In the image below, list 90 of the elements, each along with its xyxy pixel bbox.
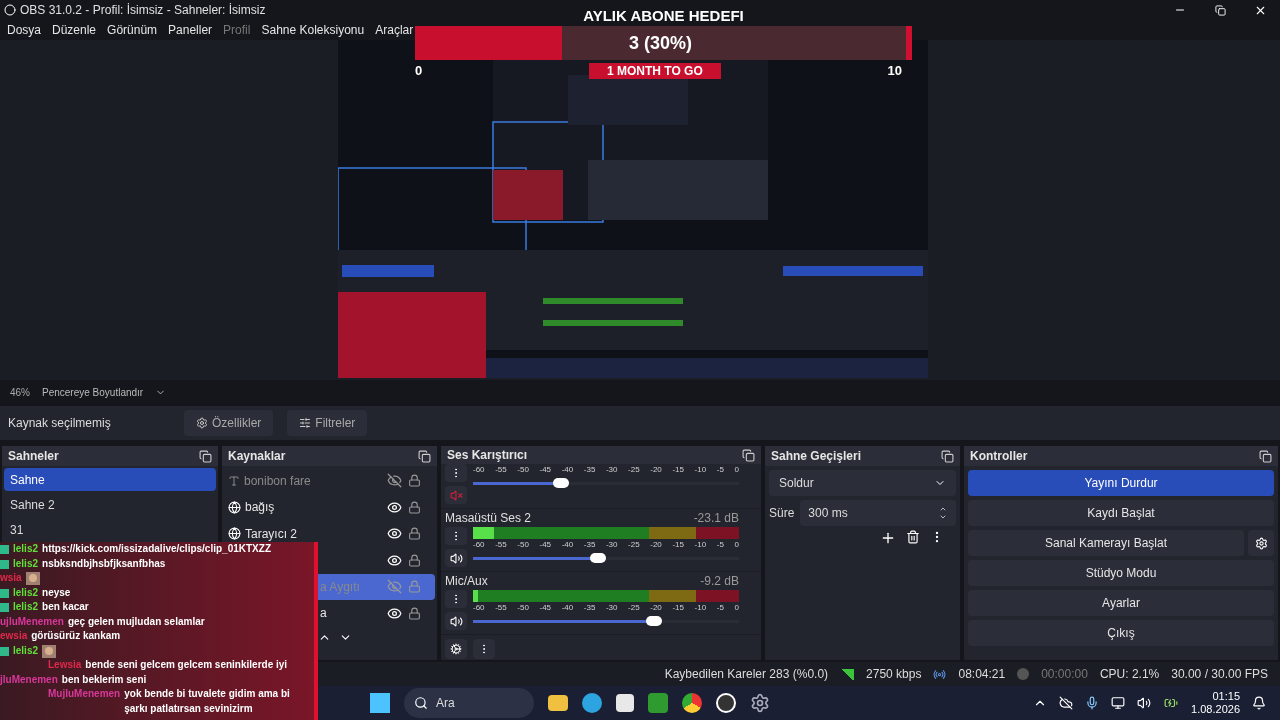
chat-message: geç gelen mujludan selamlar: [67, 614, 206, 629]
search-placeholder: Ara: [436, 695, 455, 712]
panel-title: Sahne Geçişleri: [771, 448, 862, 465]
goal-max: 10: [887, 62, 903, 80]
panel-title: Sahneler: [8, 448, 59, 465]
channel-name: Mic/Aux: [445, 573, 488, 590]
clock-date: 1.08.2026: [1191, 703, 1240, 716]
chat-message: ben kacar: [42, 600, 90, 614]
stream-time: 08:04:21: [958, 666, 1006, 683]
chat-username: lelis2: [13, 643, 39, 658]
channel-name: Masaüstü Ses 2: [445, 510, 532, 527]
fps: 30.00 / 30.00 FPS: [1171, 666, 1268, 683]
scale-label: 0: [734, 464, 739, 475]
scale-label: -45: [539, 464, 552, 475]
scale-label: -5: [716, 464, 724, 475]
scale-label: -30: [605, 539, 618, 550]
chat-message: neyse: [42, 585, 72, 600]
scale-label: -40: [561, 539, 574, 550]
scale-label: -10: [694, 539, 707, 550]
source-status: Kaynak seçilmemiş: [8, 415, 112, 432]
scale-label: -30: [605, 602, 618, 613]
chat-message: görüsürüz kankam: [31, 629, 122, 643]
scale-label: -20: [650, 464, 662, 475]
goal-title: AYLIK ABONE HEDEFI: [583, 6, 744, 26]
goal-min: 0: [415, 62, 423, 80]
window-title: OBS 31.0.2 - Profil: İsimsiz - Sahneler: İsimsiz: [20, 2, 266, 19]
scale-label: -10: [694, 464, 707, 475]
panel-title: Kontroller: [970, 448, 1028, 465]
record-time: 00:00:00: [1041, 666, 1088, 683]
scale-label: -25: [628, 602, 640, 613]
chat-username: ujluMenemen: [0, 614, 64, 629]
scale-label: -5: [716, 602, 724, 613]
chat-username: wsia: [0, 571, 22, 585]
channel-reading: -9.2 dB: [700, 573, 740, 590]
duration-label: Süre: [769, 505, 795, 522]
scale-label: -40: [561, 464, 574, 475]
scale-label: -60: [473, 464, 485, 475]
scale-label: -55: [495, 602, 507, 613]
source-name: bonibon fare: [244, 472, 311, 490]
scale-label: -15: [672, 464, 684, 475]
panel-title: Kaynaklar: [228, 448, 286, 465]
scale-label: -5: [716, 539, 724, 550]
scale-label: 0: [734, 602, 739, 613]
scale-label: -50: [517, 602, 529, 613]
chat-username: lelis2: [13, 585, 39, 600]
chat-username: lelis2: [13, 556, 39, 571]
chat-username: lelis2: [13, 600, 39, 614]
chat-message: nsbksndbjhsbfjksanfbhas: [42, 556, 167, 571]
scale-label: -60: [473, 539, 485, 550]
chat-username: lelis2: [13, 542, 39, 556]
chat-username: jluMenemen: [0, 672, 58, 687]
panel-title: Ses Karıştırıcı: [447, 447, 528, 464]
scale-label: -35: [583, 539, 596, 550]
scale-label: -50: [517, 539, 529, 550]
chat-message: yok bende bi tuvalete gidim ama bi şarkı patlatırsan sevinizirm: [124, 687, 291, 716]
source-name: bağış: [245, 499, 275, 517]
scale-label: 0: [734, 539, 739, 550]
channel-reading: -23.1 dB: [693, 510, 740, 527]
source-name: a Aygıtı: [320, 578, 360, 596]
source-name: a: [320, 605, 327, 623]
source-name: Tarayıcı 2: [245, 525, 298, 543]
bitrate: 2750 kbps: [866, 666, 922, 683]
chat-username: ewsia: [0, 629, 28, 643]
scale-label: -35: [583, 602, 596, 613]
chat-username: MujluMenemen: [48, 687, 121, 701]
scale-label: -40: [561, 602, 574, 613]
chat-message: https://kick.com/issizadalive/clips/clip_01KTXZZ: [42, 542, 272, 556]
zoom-level: 46%: [10, 385, 30, 400]
chat-message: ben beklerim seni: [61, 672, 148, 687]
scale-label: -55: [495, 464, 507, 475]
scale-label: -10: [694, 602, 707, 613]
scale-label: -30: [605, 464, 618, 475]
scale-label: -15: [672, 539, 684, 550]
chat-username: Lewsia: [48, 658, 82, 672]
scale-label: -45: [539, 539, 552, 550]
cpu-usage: CPU: 2.1%: [1099, 666, 1160, 683]
scale-label: -25: [628, 464, 640, 475]
chat-message: bende seni gelcem gelcem seninkilerde iyi: [85, 658, 289, 672]
scale-label: -55: [495, 539, 507, 550]
scale-label: -45: [539, 602, 552, 613]
scale-label: -20: [650, 602, 662, 613]
scale-label: -20: [650, 539, 662, 550]
clock-time: 01:15: [1212, 690, 1240, 703]
goal-count: 3 (30%): [629, 31, 692, 55]
scale-label: -25: [628, 539, 640, 550]
dropped-frames: Kaybedilen Kareler 283 (%0.0): [664, 665, 829, 683]
scale-label: -15: [672, 602, 684, 613]
scale-label: -35: [583, 464, 596, 475]
scale-label: -50: [517, 464, 529, 475]
scale-label: -60: [473, 602, 485, 613]
